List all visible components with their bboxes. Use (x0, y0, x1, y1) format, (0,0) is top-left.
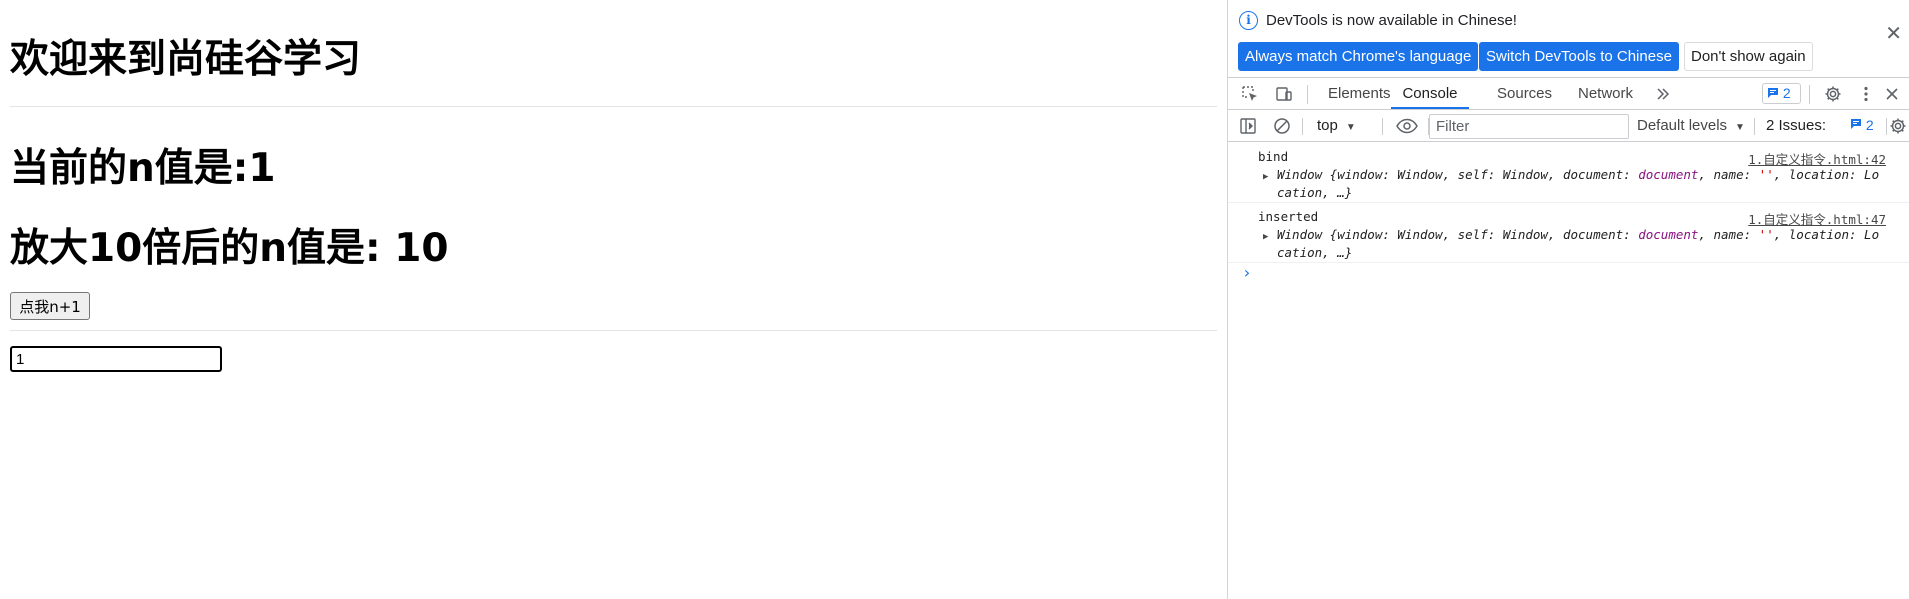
context-value: top (1317, 117, 1338, 134)
object-text: Window {window: Window, self: Window, do… (1277, 227, 1639, 242)
separator (1382, 118, 1383, 135)
message-count: 2 (1782, 85, 1791, 101)
dont-show-again-button[interactable]: Don't show again (1684, 42, 1813, 71)
object-text: , name: (1698, 167, 1759, 182)
always-match-language-button[interactable]: Always match Chrome's language (1238, 42, 1479, 71)
console-settings-gear-icon[interactable] (1888, 116, 1908, 136)
log-object-preview[interactable]: Window {window: Window, self: Window, do… (1277, 226, 1882, 262)
increment-button[interactable]: 点我n+1 (10, 292, 90, 320)
close-icon[interactable]: ✕ (1885, 24, 1902, 44)
issues-count: 2 (1865, 117, 1874, 133)
separator (1886, 118, 1887, 135)
more-options-icon[interactable] (1856, 84, 1876, 104)
inspect-element-icon[interactable] (1240, 84, 1260, 104)
context-dropdown[interactable]: top ▼ (1317, 116, 1356, 138)
clear-console-icon[interactable] (1272, 116, 1292, 136)
device-toolbar-icon[interactable] (1274, 84, 1294, 104)
live-expression-eye-icon[interactable] (1395, 116, 1419, 136)
switch-to-chinese-button[interactable]: Switch DevTools to Chinese (1479, 42, 1679, 71)
console-message: bind 1.自定义指令.html:42 ▶ Window {window: W… (1228, 143, 1909, 203)
object-document: document (1638, 167, 1699, 182)
close-devtools-icon[interactable] (1882, 84, 1902, 104)
object-string: '' (1758, 167, 1774, 182)
chevron-down-icon: ▼ (1735, 122, 1745, 133)
language-infobar: i DevTools is now available in Chinese! … (1228, 0, 1909, 75)
issues-badge[interactable]: 2 (1850, 117, 1874, 133)
separator (1809, 85, 1810, 104)
tab-elements[interactable]: Elements (1328, 78, 1391, 109)
expand-triangle-icon[interactable]: ▶ (1263, 172, 1268, 182)
console-message: inserted 1.自定义指令.html:47 ▶ Window {windo… (1228, 203, 1909, 263)
more-tabs-icon[interactable] (1653, 84, 1673, 104)
filter-input[interactable] (1429, 114, 1629, 139)
object-document: document (1638, 227, 1699, 242)
object-text: , name: (1698, 227, 1759, 242)
infobar-message: DevTools is now available in Chinese! (1266, 12, 1517, 29)
console-prompt[interactable]: › (1242, 263, 1252, 282)
log-levels-value: Default levels (1637, 117, 1728, 134)
page-content: 欢迎来到尚硅谷学习 当前的n值是:1 放大10倍后的n值是: 10 点我n+1 (0, 0, 1226, 599)
info-icon: i (1239, 11, 1258, 30)
log-label: bind (1258, 149, 1289, 164)
console-output: bind 1.自定义指令.html:42 ▶ Window {window: W… (1228, 143, 1909, 282)
chevron-down-icon: ▼ (1345, 122, 1356, 133)
message-icon (1767, 85, 1779, 104)
show-sidebar-icon[interactable] (1238, 116, 1258, 136)
tab-network[interactable]: Network (1578, 78, 1633, 109)
separator (1307, 85, 1308, 104)
console-toolbar: top ▼ Default levels ▼ 2 Issues: 2 (1228, 111, 1909, 142)
separator (1302, 118, 1303, 135)
console-messages-badge[interactable]: 2 (1762, 83, 1801, 104)
object-string: '' (1758, 227, 1774, 242)
divider (10, 106, 1217, 107)
object-text: Window {window: Window, self: Window, do… (1277, 167, 1639, 182)
settings-gear-icon[interactable] (1823, 84, 1843, 104)
tab-sources[interactable]: Sources (1497, 78, 1552, 109)
separator (1754, 118, 1755, 135)
devtools-panel: i DevTools is now available in Chinese! … (1227, 0, 1909, 599)
log-label: inserted (1258, 209, 1319, 224)
page-title: 欢迎来到尚硅谷学习 (10, 37, 362, 82)
n-input[interactable] (10, 346, 222, 372)
expand-triangle-icon[interactable]: ▶ (1263, 232, 1268, 242)
n-value-heading: 当前的n值是:1 (10, 146, 276, 191)
divider (10, 330, 1217, 331)
message-icon (1851, 119, 1861, 129)
big-n-value-heading: 放大10倍后的n值是: 10 (10, 226, 449, 271)
log-object-preview[interactable]: Window {window: Window, self: Window, do… (1277, 166, 1882, 202)
issues-label[interactable]: 2 Issues: (1766, 116, 1826, 136)
devtools-tabbar: Elements Console Sources Network 2 (1228, 77, 1909, 110)
tab-console[interactable]: Console (1391, 78, 1469, 109)
log-levels-dropdown[interactable]: Default levels ▼ (1637, 116, 1745, 138)
